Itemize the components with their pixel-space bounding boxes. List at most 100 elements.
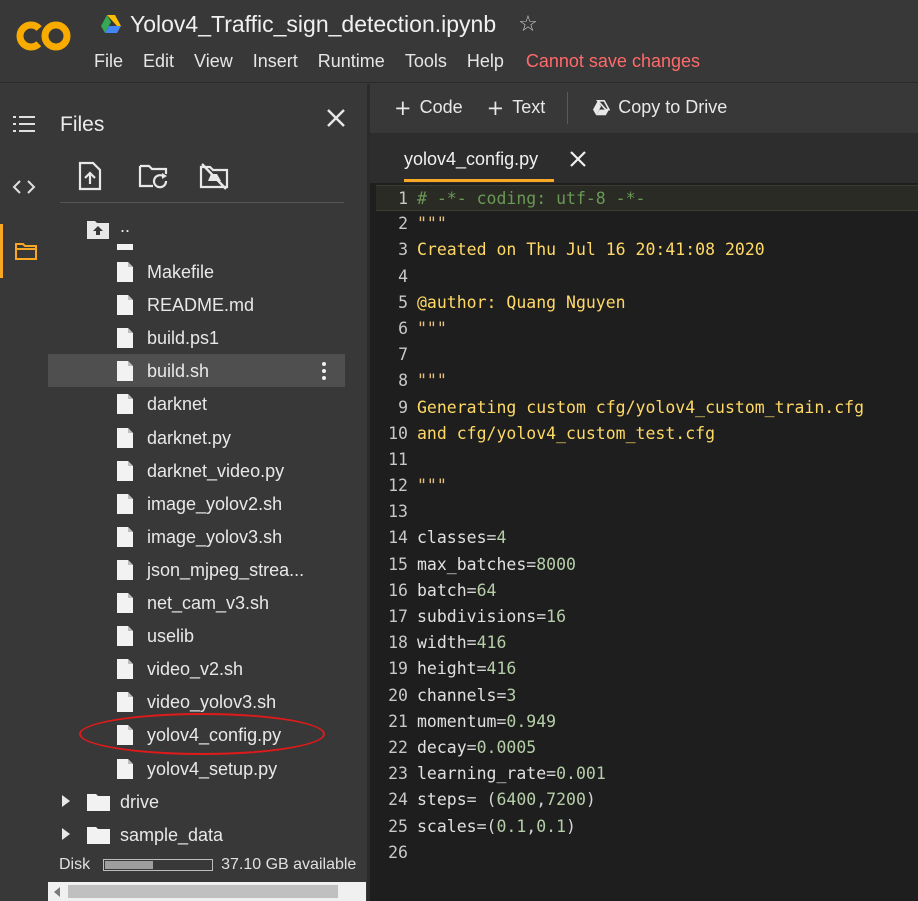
code-token: = bbox=[466, 633, 477, 653]
code-line[interactable]: 16 batch=64 bbox=[376, 578, 918, 604]
code-line[interactable]: 19 height=416 bbox=[376, 656, 918, 682]
code-line[interactable]: 13 bbox=[376, 499, 918, 525]
file-row[interactable]: json_mjpeg_strea... bbox=[48, 553, 345, 586]
line-number: 4 bbox=[398, 266, 408, 286]
copy-to-drive-button[interactable]: Copy to Drive bbox=[592, 97, 727, 118]
code-line[interactable]: 14 classes=4 bbox=[376, 525, 918, 551]
file-row[interactable]: image_yolov3.sh bbox=[48, 520, 345, 553]
copy-to-drive-label: Copy to Drive bbox=[618, 97, 728, 117]
file-row[interactable]: video_v2.sh bbox=[48, 652, 345, 685]
code-area[interactable]: 1 # -*- coding: utf-8 -*- 2 """ 3 Created on … bbox=[376, 185, 918, 901]
save-warning[interactable]: Cannot save changes bbox=[526, 51, 700, 72]
file-row[interactable]: Makefile bbox=[48, 255, 345, 288]
notebook-title[interactable]: Yolov4_Traffic_sign_detection.ipynb bbox=[130, 11, 496, 38]
line-text: """ bbox=[417, 368, 447, 394]
file-row[interactable]: video_yolov3.sh bbox=[48, 685, 345, 718]
code-line[interactable]: 5 @author: Quang Nguyen bbox=[376, 290, 918, 316]
code-token: decay bbox=[417, 737, 467, 757]
code-token: """ bbox=[417, 371, 447, 391]
file-row[interactable]: uselib bbox=[48, 619, 345, 652]
code-line[interactable]: 2 """ bbox=[376, 211, 918, 237]
line-number: 5 bbox=[398, 292, 408, 312]
add-text-button[interactable]: + Text bbox=[487, 96, 546, 120]
line-number: 15 bbox=[388, 554, 408, 574]
code-line[interactable]: 4 bbox=[376, 264, 918, 290]
chevron-right-icon[interactable] bbox=[61, 827, 71, 840]
line-number: 23 bbox=[388, 764, 408, 784]
line-text: """ bbox=[417, 473, 447, 499]
file-row[interactable]: README.md bbox=[48, 288, 345, 321]
plus-icon: + bbox=[486, 95, 505, 120]
file-row[interactable]: darknet bbox=[48, 387, 345, 420]
code-token: 0.1 bbox=[496, 816, 527, 836]
unmount-drive-button[interactable] bbox=[198, 160, 258, 192]
code-line[interactable]: 8 """ bbox=[376, 368, 918, 394]
horizontal-scrollbar[interactable] bbox=[48, 882, 366, 901]
code-line[interactable]: 3 Created on Thu Jul 16 20:41:08 2020 bbox=[376, 237, 918, 263]
menu-insert[interactable]: Insert bbox=[253, 51, 298, 72]
panel-title: Files bbox=[60, 113, 105, 136]
code-line[interactable]: 22 decay=0.0005 bbox=[376, 735, 918, 761]
code-line[interactable]: 1 # -*- coding: utf-8 -*- bbox=[376, 185, 918, 212]
upload-button[interactable] bbox=[78, 160, 138, 192]
code-token: scales bbox=[417, 816, 477, 836]
code-token: 6400 bbox=[496, 790, 537, 810]
close-icon[interactable] bbox=[568, 149, 588, 169]
code-token: = bbox=[546, 764, 557, 784]
folder-row[interactable]: sample_data bbox=[48, 818, 345, 851]
file-row[interactable]: darknet.py bbox=[48, 421, 345, 454]
code-token: , bbox=[526, 816, 537, 836]
code-line[interactable]: 26 bbox=[376, 840, 918, 866]
file-row[interactable]: yolov4_setup.py bbox=[48, 752, 345, 785]
file-row[interactable]: image_yolov2.sh bbox=[48, 487, 345, 520]
menu-runtime[interactable]: Runtime bbox=[318, 51, 385, 72]
horizontal-scrollbar-thumb[interactable] bbox=[68, 885, 338, 898]
files-panel: Files .. Makefile README.md build.ps1 bu… bbox=[48, 84, 413, 901]
toc-button[interactable] bbox=[0, 99, 48, 149]
code-line[interactable]: 7 bbox=[376, 342, 918, 368]
code-line[interactable]: 6 """ bbox=[376, 316, 918, 342]
scroll-left-arrow-icon[interactable] bbox=[54, 887, 60, 897]
code-line[interactable]: 20 channels=3 bbox=[376, 683, 918, 709]
chevron-right-icon[interactable] bbox=[61, 794, 71, 807]
code-line[interactable]: 9 Generating custom cfg/yolov4_custom_tra… bbox=[376, 395, 918, 421]
code-line[interactable]: 18 width=416 bbox=[376, 630, 918, 656]
menu-edit[interactable]: Edit bbox=[143, 51, 174, 72]
code-line[interactable]: 17 subdivisions=16 bbox=[376, 604, 918, 630]
code-line[interactable]: 23 learning_rate=0.001 bbox=[376, 761, 918, 787]
code-line[interactable]: 11 bbox=[376, 447, 918, 473]
refresh-button[interactable] bbox=[138, 160, 198, 192]
menu-view[interactable]: View bbox=[194, 51, 233, 72]
more-options-icon[interactable] bbox=[320, 361, 328, 381]
code-line[interactable]: 12 """ bbox=[376, 473, 918, 499]
file-row[interactable]: yolov4_config.py bbox=[48, 718, 345, 751]
file-row[interactable]: build.ps1 bbox=[48, 321, 345, 354]
code-line[interactable]: 21 momentum=0.949 bbox=[376, 709, 918, 735]
menu-tools[interactable]: Tools bbox=[405, 51, 447, 72]
code-line[interactable]: 25 scales=(0.1,0.1) bbox=[376, 814, 918, 840]
line-number: 7 bbox=[398, 345, 408, 365]
line-number: 1 bbox=[398, 189, 408, 208]
code-token: 0.1 bbox=[536, 816, 567, 836]
file-name: build.sh bbox=[147, 361, 210, 382]
close-icon[interactable] bbox=[324, 106, 348, 130]
code-snippets-button[interactable] bbox=[0, 162, 48, 212]
file-row[interactable]: darknet_video.py bbox=[48, 454, 345, 487]
add-code-button[interactable]: + Code bbox=[394, 96, 463, 120]
colab-logo-icon[interactable] bbox=[14, 16, 74, 56]
star-icon[interactable]: ☆ bbox=[518, 12, 538, 37]
editor-tab[interactable]: yolov4_config.py bbox=[370, 133, 608, 183]
file-row[interactable]: net_cam_v3.sh bbox=[48, 586, 345, 619]
line-text: @author: Quang Nguyen bbox=[417, 290, 626, 316]
code-token: 0.949 bbox=[506, 711, 557, 731]
line-number: 22 bbox=[388, 737, 408, 757]
menu-help[interactable]: Help bbox=[467, 51, 504, 72]
code-line[interactable]: 24 steps= (6400,7200) bbox=[376, 787, 918, 813]
code-token: batch bbox=[417, 580, 467, 600]
menu-file[interactable]: File bbox=[94, 51, 123, 72]
file-row[interactable]: build.sh bbox=[48, 354, 345, 388]
folder-row[interactable]: drive bbox=[48, 785, 345, 818]
code-line[interactable]: 10 and cfg/yolov4_custom_test.cfg bbox=[376, 421, 918, 447]
code-line[interactable]: 15 max_batches=8000 bbox=[376, 552, 918, 578]
files-button[interactable] bbox=[0, 224, 48, 278]
